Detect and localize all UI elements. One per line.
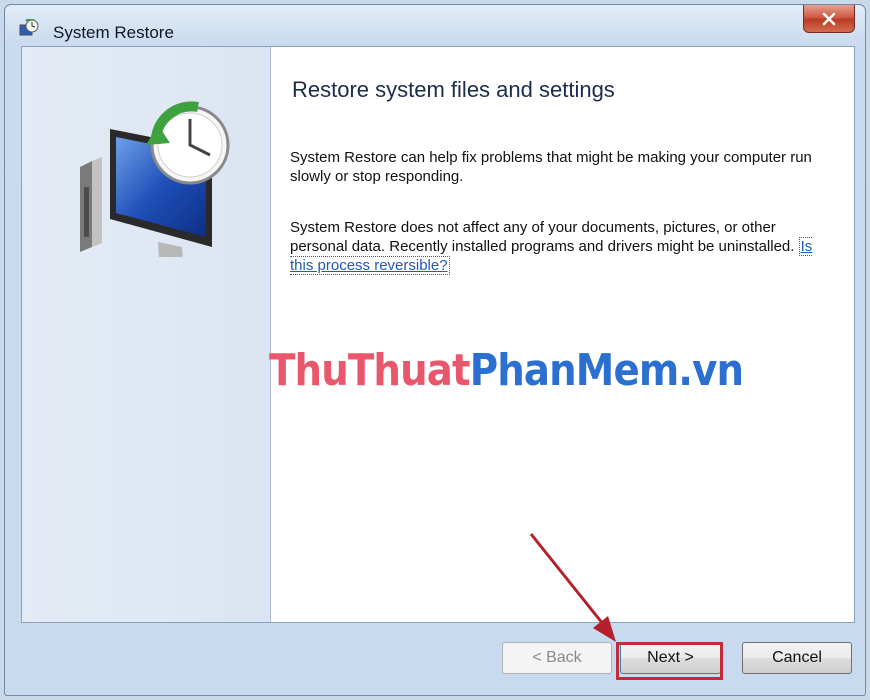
- left-graphic-pane: [22, 47, 271, 622]
- close-icon: [822, 12, 836, 25]
- system-restore-monitor-clock-icon: [80, 101, 230, 257]
- watermark-part-1: ThuThuat: [269, 345, 471, 396]
- system-restore-window: System Restore Restore system files and …: [4, 4, 866, 696]
- description-paragraph-2: System Restore does not affect any of yo…: [290, 218, 820, 275]
- cancel-button[interactable]: Cancel: [742, 642, 852, 674]
- next-button-highlight: [616, 642, 723, 680]
- watermark: ThuThuatPhanMem.vn: [269, 345, 744, 396]
- system-restore-icon: [19, 19, 39, 36]
- wizard-content: Restore system files and settings System…: [21, 46, 855, 623]
- close-button[interactable]: [803, 5, 855, 33]
- wizard-footer: [5, 623, 865, 695]
- description-paragraph-2-text: System Restore does not affect any of yo…: [290, 219, 799, 255]
- back-button[interactable]: < Back: [502, 642, 612, 674]
- watermark-part-2: PhanMem.vn: [469, 345, 744, 396]
- window-title: System Restore: [53, 23, 174, 42]
- page-title: Restore system files and settings: [292, 77, 615, 102]
- title-bar[interactable]: System Restore: [5, 5, 865, 47]
- description-paragraph-1: System Restore can help fix problems tha…: [290, 149, 812, 185]
